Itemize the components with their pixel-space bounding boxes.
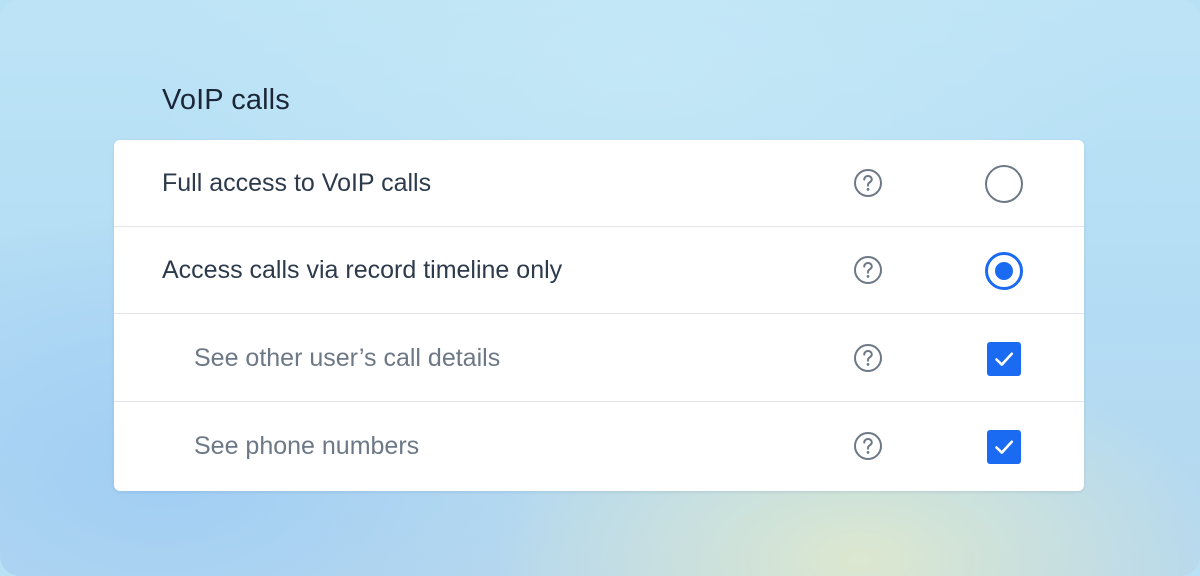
question-circle-icon[interactable] xyxy=(853,431,883,461)
section-title: VoIP calls xyxy=(162,84,290,116)
checkmark-icon xyxy=(995,352,1014,366)
checkbox-phone-numbers[interactable] xyxy=(987,430,1021,464)
checkbox-call-details[interactable] xyxy=(987,342,1021,376)
option-label-call-details: See other user’s call details xyxy=(194,344,501,372)
radio-record-timeline[interactable] xyxy=(985,252,1023,290)
voip-permissions-card: Full access to VoIP calls Access calls v… xyxy=(114,140,1084,491)
question-circle-icon[interactable] xyxy=(853,255,883,285)
radio-selected-dot xyxy=(995,262,1013,280)
option-label-record-timeline: Access calls via record timeline only xyxy=(162,256,563,284)
radio-full-access[interactable] xyxy=(985,165,1023,203)
question-circle-icon[interactable] xyxy=(853,343,883,373)
option-row-phone-numbers[interactable]: See phone numbers xyxy=(114,403,1084,491)
option-label-phone-numbers: See phone numbers xyxy=(194,432,420,460)
question-circle-icon[interactable] xyxy=(853,168,883,198)
option-label-full-access: Full access to VoIP calls xyxy=(162,169,432,197)
option-row-record-timeline[interactable]: Access calls via record timeline only xyxy=(114,227,1084,314)
option-row-call-details[interactable]: See other user’s call details xyxy=(114,315,1084,402)
checkmark-icon xyxy=(995,440,1014,454)
option-row-full-access[interactable]: Full access to VoIP calls xyxy=(114,140,1084,227)
